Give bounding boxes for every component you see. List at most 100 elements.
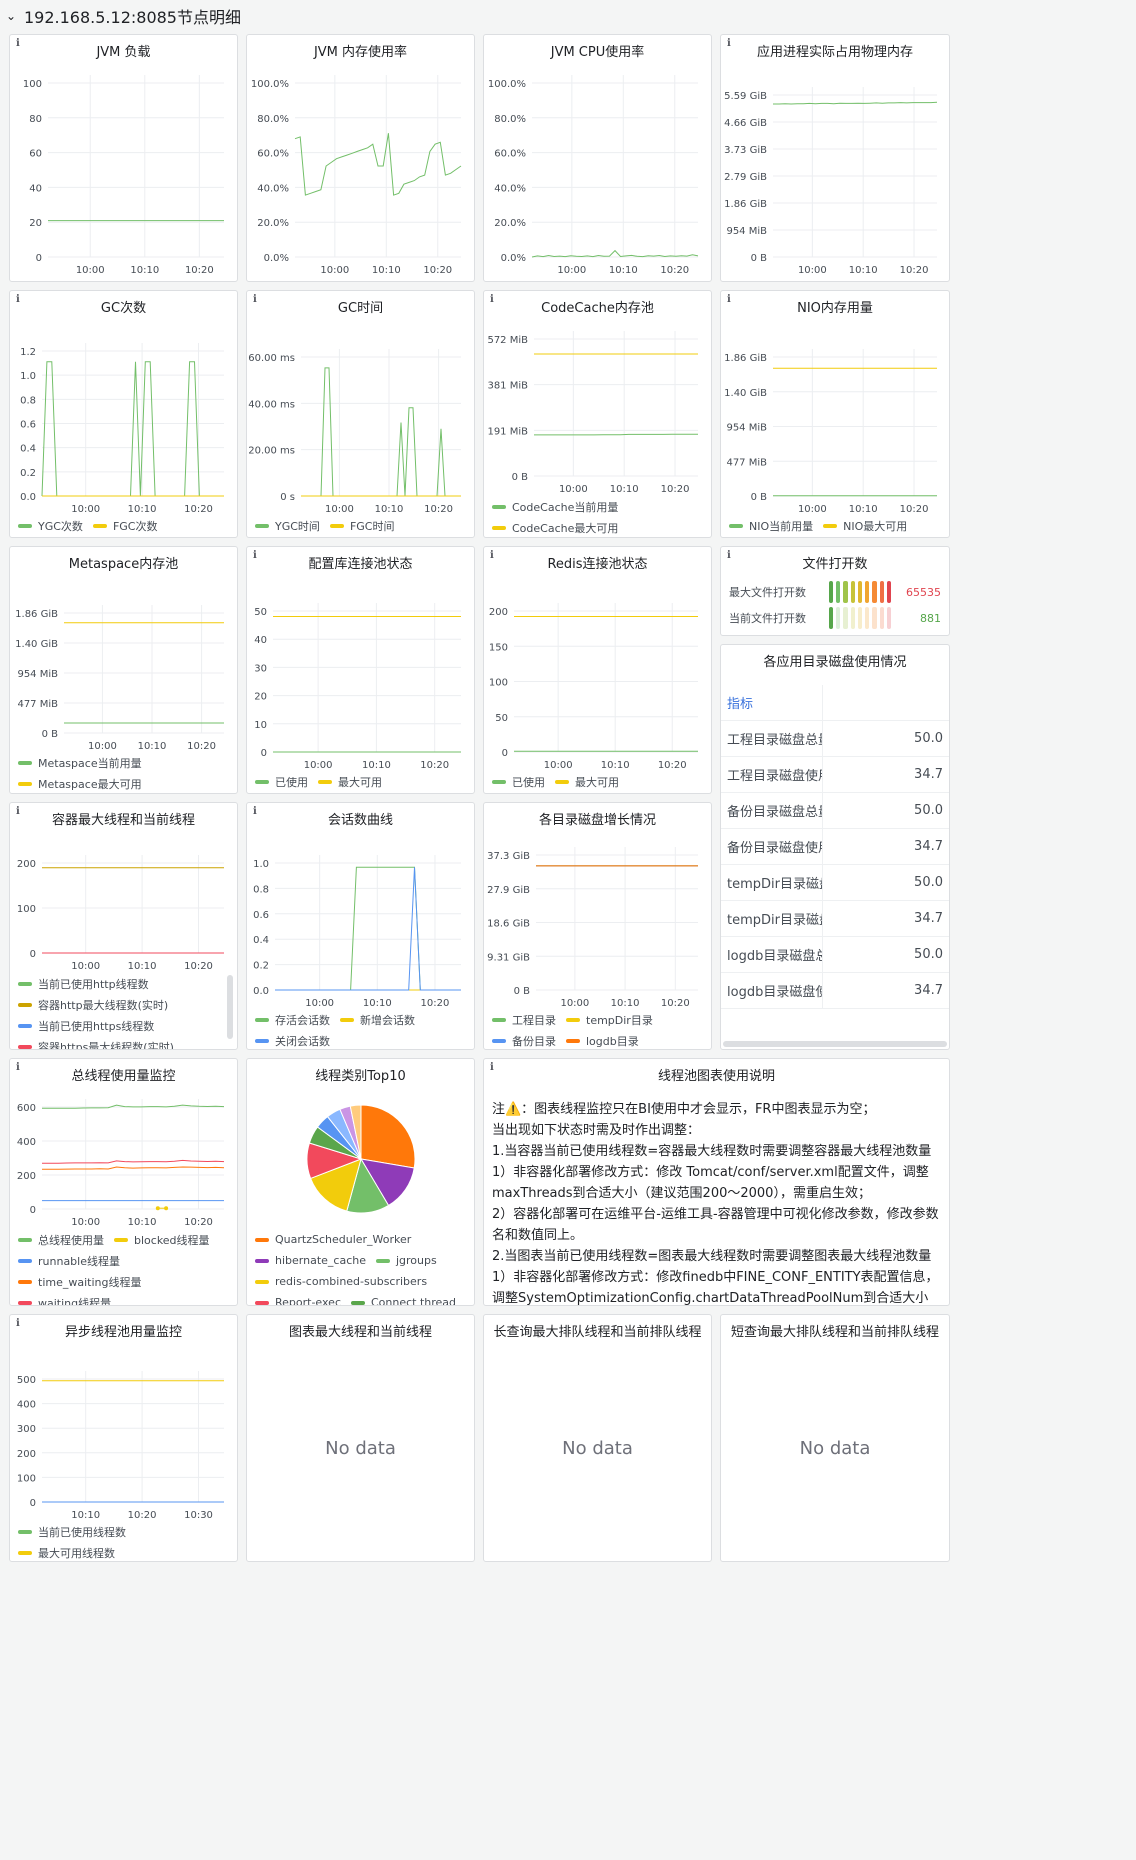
legend-item[interactable]: FGC时间 <box>329 515 394 536</box>
legend-item[interactable]: time_waiting线程量 <box>18 1271 141 1292</box>
legend-item[interactable]: 当前已使用http线程数 <box>18 973 221 994</box>
legend-item[interactable]: Metaspace当前用量 <box>18 752 221 773</box>
legend-item[interactable]: YGC次数 <box>18 515 83 536</box>
x-tick-label: 10:20 <box>661 484 690 495</box>
panel-title[interactable]: 各应用目录磁盘使用情况 <box>721 651 949 670</box>
legend-item[interactable]: redis-combined-subscribers <box>255 1271 427 1292</box>
panel-title[interactable]: CodeCache内存池 <box>484 297 711 316</box>
table-header-cell[interactable] <box>823 685 949 720</box>
table-row[interactable]: 工程目录磁盘使用量 34.7 <box>721 757 949 793</box>
panel-title[interactable]: JVM 负载 <box>10 41 237 60</box>
legend-item[interactable]: YGC时间 <box>255 515 320 536</box>
table-row[interactable]: tempDir目录磁盘总量 50.0 <box>721 865 949 901</box>
legend-item[interactable]: logdb目录 <box>566 1030 639 1049</box>
panel-jvm-memory[interactable]: JVM 内存使用率 100.0% 80.0% 60.0% 40.0% 20.0% 0.0%… <box>246 34 475 282</box>
legend-item[interactable]: 最大可用 <box>318 771 382 792</box>
table-row[interactable]: 备份目录磁盘使用量 34.7 <box>721 829 949 865</box>
table-row[interactable]: tempDir目录磁盘使... 34.7 <box>721 901 949 937</box>
legend-item[interactable]: NIO当前用量 <box>729 515 813 536</box>
panel-title[interactable]: 总线程使用量监控 <box>10 1065 237 1084</box>
panel-gc-count[interactable]: i GC次数 1.2 1.0 0.8 0.6 0.4 0.2 0.0 10:00 10:10 10… <box>9 290 238 538</box>
legend-item[interactable]: NIO最大可用 <box>823 515 907 536</box>
panel-title[interactable]: JVM CPU使用率 <box>484 41 711 60</box>
legend-item[interactable]: 总线程使用量 <box>18 1229 104 1250</box>
panel-title[interactable]: 线程类别Top10 <box>247 1065 474 1084</box>
table-row[interactable]: logdb目录磁盘总量 50.0 <box>721 937 949 973</box>
legend-item[interactable]: runnable线程量 <box>18 1250 120 1271</box>
legend-item[interactable]: tempDir目录 <box>566 1009 653 1030</box>
dashboard-row-header[interactable]: ⌄ 192.168.5.12:8085节点明细 <box>0 0 1136 32</box>
table-row[interactable]: logdb目录磁盘使用量 34.7 <box>721 973 949 1009</box>
panel-title[interactable]: GC时间 <box>247 297 474 316</box>
panel-thread-note[interactable]: i 线程池图表使用说明 注⚠️：图表线程监控只在BI使用中才会显示，FR中图表显… <box>483 1058 950 1306</box>
panel-title[interactable]: 文件打开数 <box>721 553 949 572</box>
legend-item[interactable]: 新增会话数 <box>340 1009 415 1030</box>
legend-item[interactable]: FGC次数 <box>92 515 157 536</box>
legend-item[interactable]: 备份目录 <box>492 1030 556 1049</box>
legend-item[interactable]: blocked线程量 <box>114 1229 210 1250</box>
legend-item[interactable]: 存活会话数 <box>255 1009 330 1030</box>
panel-metaspace[interactable]: Metaspace内存池 1.86 GiB 1.40 GiB 954 MiB 477 … <box>9 546 238 794</box>
panel-title[interactable]: 各目录磁盘增长情况 <box>484 809 711 828</box>
table-row[interactable]: 备份目录磁盘总量 50.0 <box>721 793 949 829</box>
panel-title[interactable]: 线程池图表使用说明 <box>484 1065 949 1084</box>
panel-gc-time[interactable]: i GC时间 60.00 ms 40.00 ms 20.00 ms 0 s 10:00 1… <box>246 290 475 538</box>
legend-item[interactable]: CodeCache当前用量 <box>492 496 695 517</box>
panel-title[interactable]: Metaspace内存池 <box>10 553 237 572</box>
panel-title[interactable]: JVM 内存使用率 <box>247 41 474 60</box>
panel-jvm-load[interactable]: i JVM 负载 100 80 60 40 20 0 10:00 10:10 10:20 <box>9 34 238 282</box>
legend-item[interactable]: 容器https最大线程数(实时) <box>18 1036 221 1049</box>
panel-title[interactable]: 短查询最大排队线程和当前排队线程 <box>721 1321 949 1340</box>
panel-title[interactable]: 异步线程池用量监控 <box>10 1321 237 1340</box>
panel-disk-table[interactable]: 各应用目录磁盘使用情况 指标 工程目录磁盘总量 50.0 工程目录磁盘使用量 34.7… <box>720 644 950 1050</box>
panel-container-threads[interactable]: i 容器最大线程和当前线程 200 100 0 10:00 10:10 10:20 当前已… <box>9 802 238 1050</box>
legend-item[interactable]: 工程目录 <box>492 1009 556 1030</box>
panel-title[interactable]: 长查询最大排队线程和当前排队线程 <box>484 1321 711 1340</box>
legend-item[interactable]: Metaspace最大可用 <box>18 773 221 793</box>
table-header-cell[interactable]: 指标 <box>721 685 823 720</box>
panel-chart-threads[interactable]: 图表最大线程和当前线程 No data <box>246 1314 475 1562</box>
legend-item[interactable]: Report-exec <box>255 1292 341 1305</box>
horizontal-scrollbar[interactable] <box>723 1041 947 1047</box>
panel-total-threads[interactable]: i 总线程使用量监控 600 400 200 0 10:00 10:10 10:20 总线程… <box>9 1058 238 1306</box>
table-row[interactable]: 工程目录磁盘总量 50.0 <box>721 721 949 757</box>
legend-item[interactable]: 容器http最大线程数(实时) <box>18 994 221 1015</box>
legend-item[interactable]: hibernate_cache <box>255 1250 366 1271</box>
panel-title[interactable]: Redis连接池状态 <box>484 553 711 572</box>
panel-disk-growth[interactable]: 各目录磁盘增长情况 37.3 GiB 27.9 GiB 18.6 GiB 9.31 G… <box>483 802 712 1050</box>
panel-file-open[interactable]: i 文件打开数 最大文件打开数 65535 当前文件打开数 881 <box>720 546 950 636</box>
panel-title[interactable]: 容器最大线程和当前线程 <box>10 809 237 828</box>
legend-item[interactable]: 已使用 <box>492 771 545 792</box>
legend-item[interactable]: jgroups <box>375 1250 437 1271</box>
legend-item[interactable]: CodeCache最大可用 <box>492 517 695 537</box>
legend-item[interactable]: 最大可用 <box>555 771 619 792</box>
chevron-down-icon[interactable]: ⌄ <box>6 9 20 23</box>
panel-process-memory[interactable]: i 应用进程实际占用物理内存 5.59 GiB 4.66 GiB 3.73 GiB 2… <box>720 34 950 282</box>
panel-title[interactable]: 配置库连接池状态 <box>247 553 474 572</box>
panel-title[interactable]: 应用进程实际占用物理内存 <box>721 41 949 60</box>
panel-redis-pool[interactable]: i Redis连接池状态 200 150 100 50 0 10:00 10:10 10:20… <box>483 546 712 794</box>
legend-item[interactable]: QuartzScheduler_Worker <box>255 1229 411 1250</box>
table-header-row[interactable]: 指标 <box>721 685 949 721</box>
panel-title[interactable]: GC次数 <box>10 297 237 316</box>
panel-title[interactable]: 图表最大线程和当前线程 <box>247 1321 474 1340</box>
panel-title[interactable]: NIO内存用量 <box>721 297 949 316</box>
panel-short-query[interactable]: 短查询最大排队线程和当前排队线程 No data <box>720 1314 950 1562</box>
panel-nio-memory[interactable]: i NIO内存用量 1.86 GiB 1.40 GiB 954 MiB 477 MiB… <box>720 290 950 538</box>
legend-item[interactable]: 已使用 <box>255 771 308 792</box>
legend-item[interactable]: Connect thread <box>351 1292 456 1305</box>
legend-item[interactable]: 当前已使用https线程数 <box>18 1015 221 1036</box>
legend-item[interactable]: 最大可用线程数 <box>18 1542 115 1561</box>
legend-item[interactable]: waiting线程量 <box>18 1292 111 1305</box>
panel-config-db-pool[interactable]: i 配置库连接池状态 50 40 30 20 10 0 10:00 10:10 10:20 已使… <box>246 546 475 794</box>
panel-async-pool[interactable]: i 异步线程池用量监控 500 400 300 200 100 0 10:10 10:20 10… <box>9 1314 238 1562</box>
panel-sessions[interactable]: i 会话数曲线 1.0 0.8 0.6 0.4 0.2 0.0 10:00 10:10 10:2… <box>246 802 475 1050</box>
legend-item[interactable]: 当前已使用线程数 <box>18 1521 126 1542</box>
legend-item[interactable]: 关闭会话数 <box>255 1030 330 1049</box>
panel-jvm-cpu[interactable]: JVM CPU使用率 100.0% 80.0% 60.0% 40.0% 20.0% 0.0… <box>483 34 712 282</box>
legend-scrollbar[interactable] <box>227 975 233 1039</box>
panel-thread-top10[interactable]: 线程类别Top10 QuartzScheduler_Worker hibernat… <box>246 1058 475 1306</box>
panel-long-query[interactable]: 长查询最大排队线程和当前排队线程 No data <box>483 1314 712 1562</box>
panel-title[interactable]: 会话数曲线 <box>247 809 474 828</box>
panel-codecache[interactable]: i CodeCache内存池 572 MiB 381 MiB 191 MiB 0 B1… <box>483 290 712 538</box>
